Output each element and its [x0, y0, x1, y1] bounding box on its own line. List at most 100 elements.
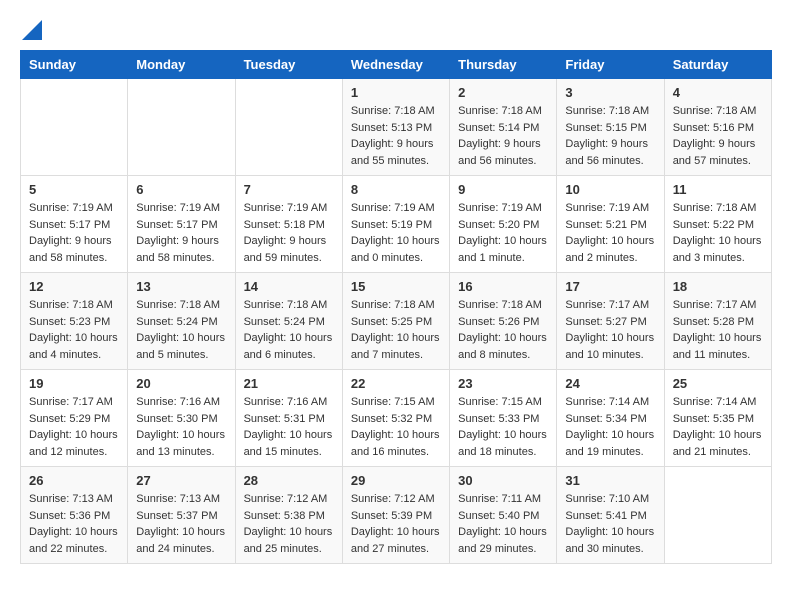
calendar-cell: 13Sunrise: 7:18 AM Sunset: 5:24 PM Dayli…	[128, 273, 235, 370]
day-info: Sunrise: 7:18 AM Sunset: 5:15 PM Dayligh…	[565, 103, 655, 169]
calendar-week-row: 19Sunrise: 7:17 AM Sunset: 5:29 PM Dayli…	[21, 370, 772, 467]
day-number: 14	[244, 279, 334, 294]
day-number: 2	[458, 85, 548, 100]
day-info: Sunrise: 7:15 AM Sunset: 5:32 PM Dayligh…	[351, 394, 441, 460]
day-info: Sunrise: 7:13 AM Sunset: 5:36 PM Dayligh…	[29, 491, 119, 557]
calendar-week-row: 1 Sunrise: 7:18 AM Sunset: 5:13 PM Daylig…	[21, 79, 772, 176]
calendar-header-row: SundayMondayTuesdayWednesdayThursdayFrid…	[21, 51, 772, 79]
calendar-week-row: 5 Sunrise: 7:19 AM Sunset: 5:17 PM Daylig…	[21, 176, 772, 273]
calendar-cell: 23Sunrise: 7:15 AM Sunset: 5:33 PM Dayli…	[450, 370, 557, 467]
calendar-cell: 4Sunrise: 7:18 AM Sunset: 5:16 PM Daylig…	[664, 79, 771, 176]
day-number: 25	[673, 376, 763, 391]
calendar-cell: 1 Sunrise: 7:18 AM Sunset: 5:13 PM Daylig…	[342, 79, 449, 176]
calendar-cell: 28 Sunrise: 7:12 AM Sunset: 5:38 PM Dayli…	[235, 467, 342, 564]
calendar-cell: 8 Sunrise: 7:19 AM Sunset: 5:19 PM Daylig…	[342, 176, 449, 273]
calendar-cell: 10 Sunrise: 7:19 AM Sunset: 5:21 PM Dayli…	[557, 176, 664, 273]
day-number: 28	[244, 473, 334, 488]
calendar-cell	[664, 467, 771, 564]
day-number: 7	[244, 182, 334, 197]
day-number: 11	[673, 182, 763, 197]
calendar-cell	[128, 79, 235, 176]
day-number: 10	[565, 182, 655, 197]
calendar-cell: 30Sunrise: 7:11 AM Sunset: 5:40 PM Dayli…	[450, 467, 557, 564]
day-header-wednesday: Wednesday	[342, 51, 449, 79]
calendar-cell: 7Sunrise: 7:19 AM Sunset: 5:18 PM Daylig…	[235, 176, 342, 273]
day-info: Sunrise: 7:10 AM Sunset: 5:41 PM Dayligh…	[565, 491, 655, 557]
calendar-cell: 15 Sunrise: 7:18 AM Sunset: 5:25 PM Dayli…	[342, 273, 449, 370]
day-number: 23	[458, 376, 548, 391]
calendar-cell: 11Sunrise: 7:18 AM Sunset: 5:22 PM Dayli…	[664, 176, 771, 273]
day-info: Sunrise: 7:18 AM Sunset: 5:24 PM Dayligh…	[244, 297, 334, 363]
calendar-cell: 18Sunrise: 7:17 AM Sunset: 5:28 PM Dayli…	[664, 273, 771, 370]
day-header-tuesday: Tuesday	[235, 51, 342, 79]
day-number: 22	[351, 376, 441, 391]
calendar-cell: 16 Sunrise: 7:18 AM Sunset: 5:26 PM Dayli…	[450, 273, 557, 370]
day-number: 6	[136, 182, 226, 197]
day-header-sunday: Sunday	[21, 51, 128, 79]
day-number: 26	[29, 473, 119, 488]
day-number: 16	[458, 279, 548, 294]
day-header-thursday: Thursday	[450, 51, 557, 79]
calendar-cell: 19Sunrise: 7:17 AM Sunset: 5:29 PM Dayli…	[21, 370, 128, 467]
day-number: 5	[29, 182, 119, 197]
calendar-cell: 31 Sunrise: 7:10 AM Sunset: 5:41 PM Dayli…	[557, 467, 664, 564]
day-number: 30	[458, 473, 548, 488]
day-info: Sunrise: 7:16 AM Sunset: 5:30 PM Dayligh…	[136, 394, 226, 460]
day-number: 17	[565, 279, 655, 294]
day-number: 29	[351, 473, 441, 488]
calendar-cell: 2 Sunrise: 7:18 AM Sunset: 5:14 PM Daylig…	[450, 79, 557, 176]
logo	[20, 20, 42, 40]
calendar-cell	[235, 79, 342, 176]
day-info: Sunrise: 7:13 AM Sunset: 5:37 PM Dayligh…	[136, 491, 226, 557]
day-number: 1	[351, 85, 441, 100]
day-info: Sunrise: 7:12 AM Sunset: 5:38 PM Dayligh…	[244, 491, 334, 557]
day-number: 24	[565, 376, 655, 391]
day-info: Sunrise: 7:17 AM Sunset: 5:29 PM Dayligh…	[29, 394, 119, 460]
day-info: Sunrise: 7:18 AM Sunset: 5:25 PM Dayligh…	[351, 297, 441, 363]
day-number: 21	[244, 376, 334, 391]
day-number: 8	[351, 182, 441, 197]
calendar-cell: 21 Sunrise: 7:16 AM Sunset: 5:31 PM Dayli…	[235, 370, 342, 467]
day-header-friday: Friday	[557, 51, 664, 79]
day-number: 9	[458, 182, 548, 197]
page-header	[20, 20, 772, 40]
calendar-cell: 6 Sunrise: 7:19 AM Sunset: 5:17 PM Daylig…	[128, 176, 235, 273]
calendar-cell: 24Sunrise: 7:14 AM Sunset: 5:34 PM Dayli…	[557, 370, 664, 467]
calendar-cell: 12 Sunrise: 7:18 AM Sunset: 5:23 PM Dayli…	[21, 273, 128, 370]
calendar-cell: 3Sunrise: 7:18 AM Sunset: 5:15 PM Daylig…	[557, 79, 664, 176]
day-info: Sunrise: 7:18 AM Sunset: 5:26 PM Dayligh…	[458, 297, 548, 363]
day-info: Sunrise: 7:18 AM Sunset: 5:13 PM Dayligh…	[351, 103, 441, 169]
day-number: 12	[29, 279, 119, 294]
day-info: Sunrise: 7:16 AM Sunset: 5:31 PM Dayligh…	[244, 394, 334, 460]
calendar-cell: 25 Sunrise: 7:14 AM Sunset: 5:35 PM Dayli…	[664, 370, 771, 467]
day-info: Sunrise: 7:18 AM Sunset: 5:24 PM Dayligh…	[136, 297, 226, 363]
day-header-monday: Monday	[128, 51, 235, 79]
day-info: Sunrise: 7:19 AM Sunset: 5:20 PM Dayligh…	[458, 200, 548, 266]
calendar-cell: 27Sunrise: 7:13 AM Sunset: 5:37 PM Dayli…	[128, 467, 235, 564]
day-info: Sunrise: 7:12 AM Sunset: 5:39 PM Dayligh…	[351, 491, 441, 557]
calendar-cell: 9 Sunrise: 7:19 AM Sunset: 5:20 PM Daylig…	[450, 176, 557, 273]
calendar-cell: 17Sunrise: 7:17 AM Sunset: 5:27 PM Dayli…	[557, 273, 664, 370]
calendar-cell: 14 Sunrise: 7:18 AM Sunset: 5:24 PM Dayli…	[235, 273, 342, 370]
logo-triangle-icon	[22, 20, 42, 40]
calendar-cell	[21, 79, 128, 176]
calendar-cell: 5 Sunrise: 7:19 AM Sunset: 5:17 PM Daylig…	[21, 176, 128, 273]
day-info: Sunrise: 7:14 AM Sunset: 5:35 PM Dayligh…	[673, 394, 763, 460]
calendar-week-row: 12 Sunrise: 7:18 AM Sunset: 5:23 PM Dayli…	[21, 273, 772, 370]
calendar-cell: 29 Sunrise: 7:12 AM Sunset: 5:39 PM Dayli…	[342, 467, 449, 564]
calendar-week-row: 26 Sunrise: 7:13 AM Sunset: 5:36 PM Dayli…	[21, 467, 772, 564]
day-number: 31	[565, 473, 655, 488]
day-info: Sunrise: 7:18 AM Sunset: 5:23 PM Dayligh…	[29, 297, 119, 363]
calendar-cell: 26 Sunrise: 7:13 AM Sunset: 5:36 PM Dayli…	[21, 467, 128, 564]
day-info: Sunrise: 7:19 AM Sunset: 5:19 PM Dayligh…	[351, 200, 441, 266]
day-number: 15	[351, 279, 441, 294]
calendar-table: SundayMondayTuesdayWednesdayThursdayFrid…	[20, 50, 772, 564]
day-info: Sunrise: 7:19 AM Sunset: 5:17 PM Dayligh…	[136, 200, 226, 266]
day-number: 4	[673, 85, 763, 100]
day-info: Sunrise: 7:18 AM Sunset: 5:14 PM Dayligh…	[458, 103, 548, 169]
calendar-cell: 22 Sunrise: 7:15 AM Sunset: 5:32 PM Dayli…	[342, 370, 449, 467]
day-info: Sunrise: 7:19 AM Sunset: 5:21 PM Dayligh…	[565, 200, 655, 266]
day-info: Sunrise: 7:19 AM Sunset: 5:17 PM Dayligh…	[29, 200, 119, 266]
day-header-saturday: Saturday	[664, 51, 771, 79]
day-number: 20	[136, 376, 226, 391]
